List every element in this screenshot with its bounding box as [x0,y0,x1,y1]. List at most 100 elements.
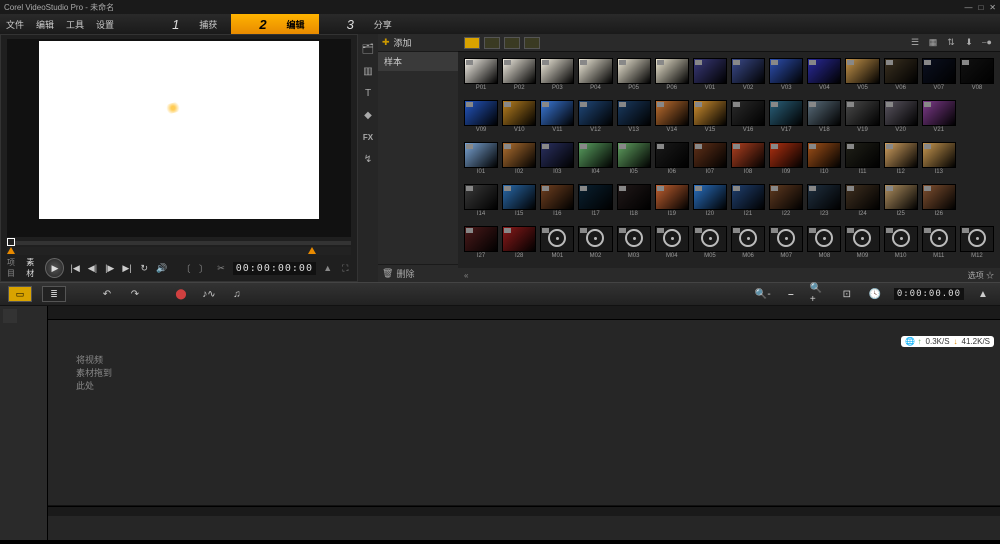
timecode-stepper[interactable]: ▲ [322,262,334,274]
library-clip[interactable]: V03 [769,58,803,96]
library-clip[interactable]: M09 [845,226,879,264]
transition-tool[interactable]: ▥ [361,64,375,78]
zoom-slider[interactable]: ⎯● [980,37,994,49]
library-clip[interactable]: P02 [502,58,536,96]
filter-audio[interactable] [524,37,540,49]
tab-share[interactable]: 3 分享 [319,14,406,34]
library-clip[interactable]: V01 [693,58,727,96]
library-clip[interactable]: I21 [731,184,765,222]
maximize-button[interactable]: □ [978,3,983,12]
library-clip[interactable]: V15 [693,100,727,138]
go-start-button[interactable]: |◀ [68,261,81,275]
scrubber-handle[interactable] [7,238,15,246]
library-clip[interactable]: P03 [540,58,574,96]
zoom-in-button[interactable]: 🔍+ [810,287,828,301]
view-thumb[interactable]: ▦ [926,37,940,49]
library-clip[interactable]: V21 [922,100,956,138]
tab-edit[interactable]: 2 编辑 [231,14,318,34]
library-clip[interactable]: V12 [578,100,612,138]
library-clip[interactable]: I20 [693,184,727,222]
timeline-body[interactable]: 将视频 素材拖到 此处 🌐 ↑ 0.3K/S ↓ 41.2K/S [48,306,1000,540]
scrubber[interactable] [7,241,351,245]
track-toggle[interactable] [3,309,17,323]
library-clip[interactable]: M07 [769,226,803,264]
library-clip[interactable]: I15 [502,184,536,222]
library-clip[interactable]: M12 [960,226,994,264]
library-clip[interactable]: I01 [464,142,498,180]
library-clip[interactable]: I03 [540,142,574,180]
graphic-tool[interactable]: ◆ [361,108,375,122]
library-clip[interactable]: V16 [731,100,765,138]
duration-stepper[interactable]: ▲ [974,287,992,301]
options-button[interactable]: 选项 ☆ [968,270,994,281]
library-clip[interactable]: V19 [845,100,879,138]
video-track[interactable]: 将视频 素材拖到 此处 🌐 ↑ 0.3K/S ↓ 41.2K/S [48,320,1000,506]
library-clip[interactable]: I10 [807,142,841,180]
timeline-mode[interactable]: ≣ [42,286,66,302]
library-clip[interactable]: V08 [960,58,994,96]
sort-button[interactable]: ⇅ [944,37,958,49]
filter-video[interactable] [484,37,500,49]
mode-project-label[interactable]: 项目 [7,257,22,279]
mode-clip-label[interactable]: 素材 [26,257,41,279]
library-clip[interactable]: I02 [502,142,536,180]
play-button[interactable]: ▶ [45,258,64,278]
library-clip[interactable]: I25 [884,184,918,222]
library-clip[interactable]: V06 [884,58,918,96]
library-clip[interactable]: V09 [464,100,498,138]
library-clip[interactable]: M11 [922,226,956,264]
library-clip[interactable]: P01 [464,58,498,96]
library-clip[interactable]: M10 [884,226,918,264]
library-clip[interactable]: M06 [731,226,765,264]
library-clip[interactable]: V13 [617,100,651,138]
repeat-button[interactable]: ↻ [138,261,151,275]
filter-photo[interactable] [504,37,520,49]
library-clip[interactable]: I09 [769,142,803,180]
collapse-library[interactable]: « [464,271,474,280]
library-clip[interactable]: I19 [655,184,689,222]
import-button[interactable]: ⬇ [962,37,976,49]
minimize-button[interactable]: — [964,3,972,12]
zoom-out-button[interactable]: 🔍- [754,287,772,301]
library-clip[interactable]: I28 [502,226,536,264]
library-clip[interactable]: I06 [655,142,689,180]
library-clip[interactable]: I16 [540,184,574,222]
mark-out-button[interactable]: 〕 [198,262,210,274]
library-clip[interactable]: M02 [578,226,612,264]
library-clip[interactable]: V02 [731,58,765,96]
trash-icon[interactable]: 🗑 [382,268,393,279]
library-clip[interactable]: V07 [922,58,956,96]
undo-button[interactable]: ↶ [98,287,116,301]
library-clip[interactable]: V18 [807,100,841,138]
title-tool[interactable]: T [361,86,375,100]
library-clip[interactable]: I08 [731,142,765,180]
library-clip[interactable]: V20 [884,100,918,138]
record-button[interactable]: ⬤ [172,287,190,301]
library-clip[interactable]: V14 [655,100,689,138]
volume-button[interactable]: 🔊 [155,261,168,275]
library-clip[interactable]: I26 [922,184,956,222]
split-button[interactable]: ✂ [215,262,227,274]
library-clip[interactable]: P04 [578,58,612,96]
tab-capture[interactable]: 1 捕获 [144,14,231,34]
mixer-button[interactable]: ♪∿ [200,287,218,301]
library-clip[interactable]: I27 [464,226,498,264]
close-button[interactable]: ✕ [989,3,996,12]
zoom-slider-tl[interactable]: ⎯ [782,287,800,301]
library-clip[interactable]: I04 [578,142,612,180]
menu-edit[interactable]: 编辑 [36,18,54,31]
library-clip[interactable]: M05 [693,226,727,264]
library-clip[interactable]: I13 [922,142,956,180]
auto-music-button[interactable]: ♫ [228,287,246,301]
library-clip[interactable]: P05 [617,58,651,96]
filter-all[interactable] [464,37,480,49]
library-clip[interactable]: V05 [845,58,879,96]
library-clip[interactable]: M04 [655,226,689,264]
folder-sample[interactable]: 样本 [378,52,458,71]
preview-canvas[interactable] [7,39,351,237]
menu-tools[interactable]: 工具 [66,18,84,31]
library-clip[interactable]: M01 [540,226,574,264]
filter-tool[interactable]: FX [361,130,375,144]
library-clip[interactable]: V11 [540,100,574,138]
add-folder-label[interactable]: 添加 [394,36,412,49]
